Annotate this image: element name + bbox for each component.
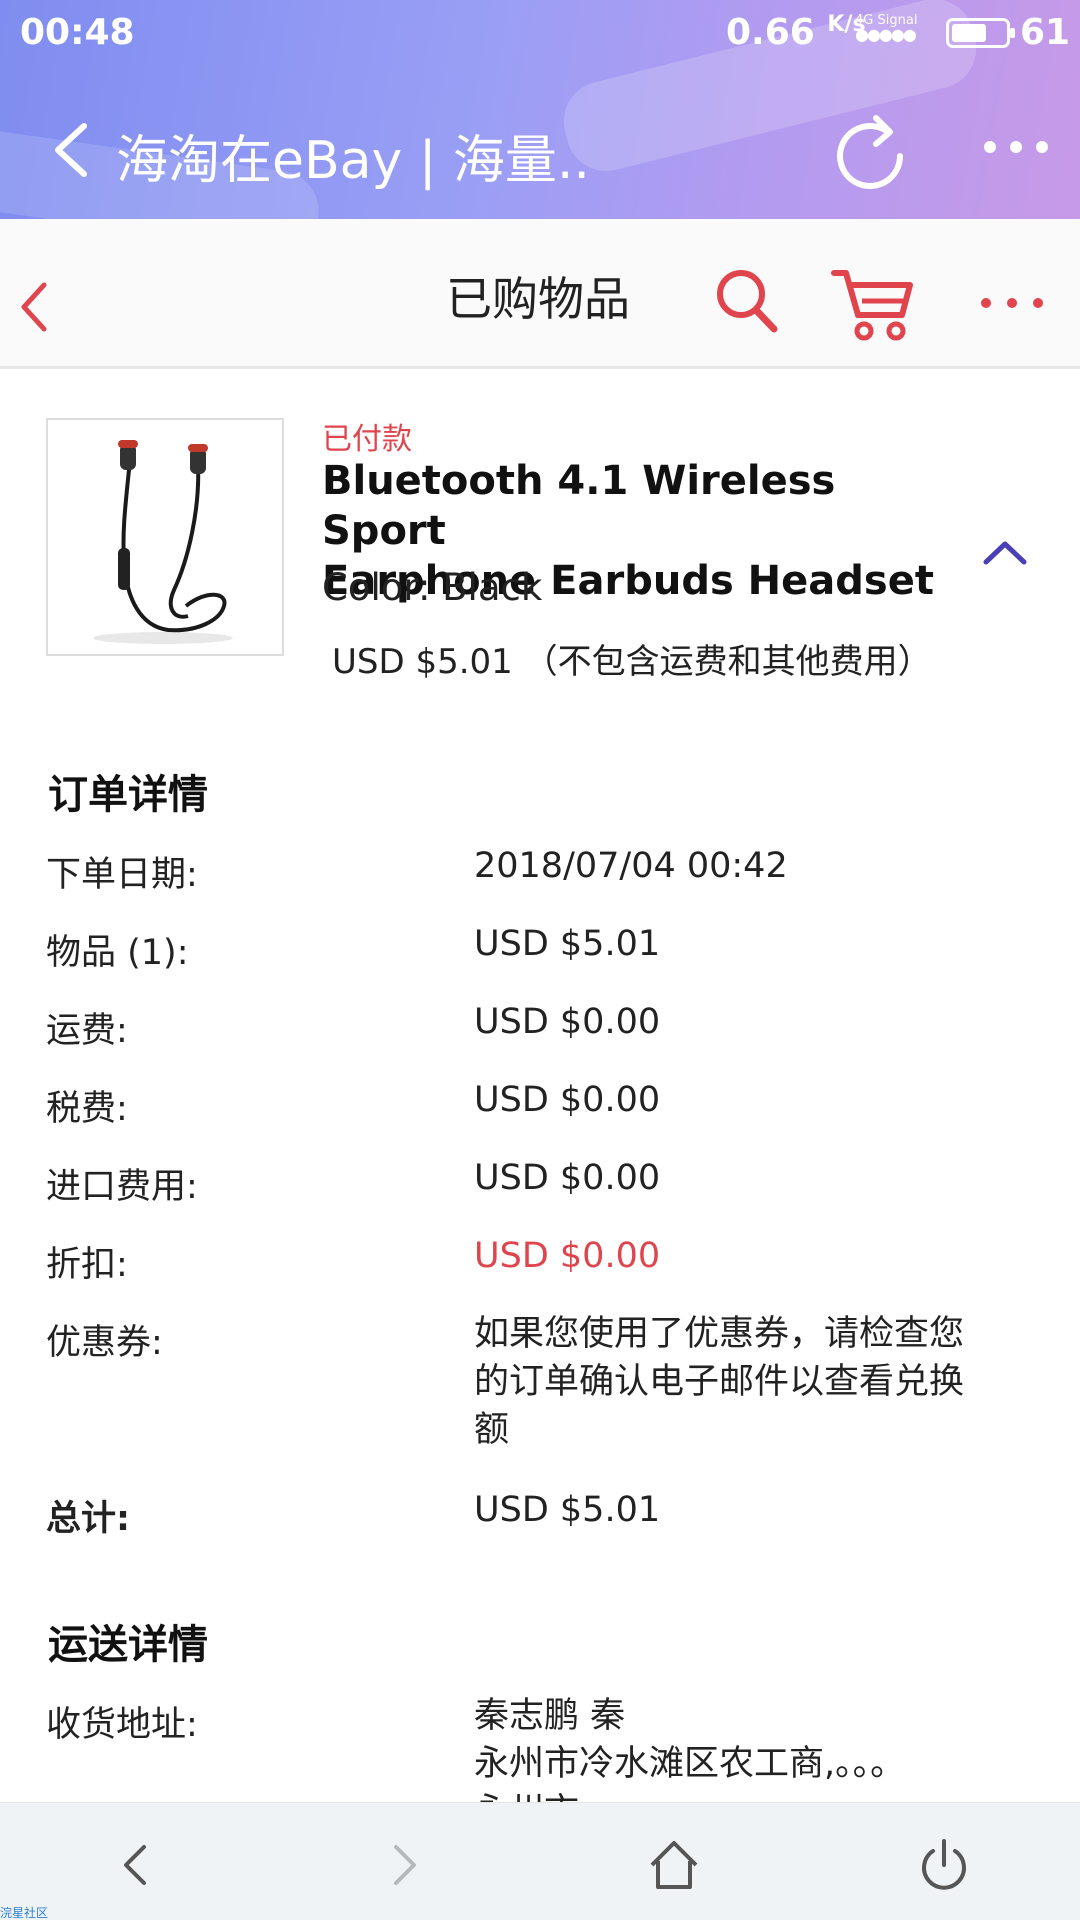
- browser-top-area: 00:48 0.66 K/s 4G Signal ●●●●● 61 海淘在eBa…: [0, 0, 1080, 219]
- back-icon[interactable]: [16, 279, 52, 335]
- earphones-image: [93, 440, 233, 644]
- order-details-heading: 订单详情: [48, 772, 208, 818]
- cart-icon[interactable]: [830, 265, 914, 345]
- discount-label: 折扣:: [46, 1245, 128, 1285]
- network-speed: 0.66 K/s: [726, 12, 866, 53]
- status-bar: 00:48 0.66 K/s 4G Signal ●●●●● 61: [0, 0, 1080, 66]
- order-status: 已付款: [322, 422, 412, 457]
- watermark: 浣星社区: [0, 1906, 49, 1920]
- import-fee-value: USD $0.00: [474, 1158, 661, 1198]
- status-time: 00:48: [20, 12, 135, 53]
- items-value: USD $5.01: [474, 924, 661, 964]
- address-label: 收货地址:: [46, 1705, 198, 1745]
- discount-value: USD $0.00: [474, 1236, 661, 1276]
- battery-icon: [946, 18, 1015, 48]
- chevron-right-icon[interactable]: [374, 1835, 434, 1895]
- product-thumbnail[interactable]: [46, 418, 284, 656]
- home-icon[interactable]: [644, 1835, 704, 1895]
- coupon-label: 优惠券:: [46, 1323, 163, 1363]
- order-date-value: 2018/07/04 00:42: [474, 846, 788, 886]
- refresh-icon[interactable]: [836, 110, 908, 190]
- search-icon[interactable]: [714, 267, 780, 335]
- signal-icon: 4G Signal ●●●●●: [855, 13, 918, 44]
- chevron-left-icon[interactable]: [48, 122, 98, 178]
- items-label: 物品 (1):: [46, 933, 189, 973]
- tax-value: USD $0.00: [474, 1080, 661, 1120]
- battery-percent: 61: [1020, 12, 1071, 53]
- order-date-label: 下单日期:: [46, 855, 198, 895]
- page-title: 已购物品: [446, 272, 630, 326]
- shipping-fee-value: USD $0.00: [474, 1002, 661, 1042]
- power-icon[interactable]: [914, 1835, 974, 1895]
- coupon-value: 如果您使用了优惠券，请检查您的订单确认电子邮件以查看兑换额: [474, 1314, 965, 1450]
- product-price: USD $5.01 （不包含运费和其他费用）: [332, 642, 932, 682]
- total-value: USD $5.01: [474, 1490, 661, 1530]
- chevron-left-icon[interactable]: [106, 1835, 166, 1895]
- browser-toolbar: 海淘在eBay | 海量..: [0, 100, 1080, 200]
- shipping-details-heading: 运送详情: [48, 1622, 208, 1668]
- shipping-fee-label: 运费:: [46, 1011, 128, 1051]
- import-fee-label: 进口费用:: [46, 1167, 198, 1207]
- more-horizontal-icon[interactable]: [978, 291, 1046, 315]
- total-label: 总计:: [46, 1499, 130, 1539]
- address-value: 秦志鹏 秦 永州市冷水滩区农工商,。。。 永州市: [474, 1696, 906, 1802]
- chevron-up-icon[interactable]: [982, 536, 1028, 568]
- product-color: Color: Black: [322, 566, 543, 609]
- browser-page-title: 海淘在eBay | 海量..: [116, 131, 590, 191]
- tax-label: 税费:: [46, 1089, 128, 1129]
- browser-bottom-nav: [0, 1802, 1080, 1920]
- more-horizontal-icon[interactable]: [980, 132, 1052, 162]
- app-header: 已购物品: [0, 219, 1080, 369]
